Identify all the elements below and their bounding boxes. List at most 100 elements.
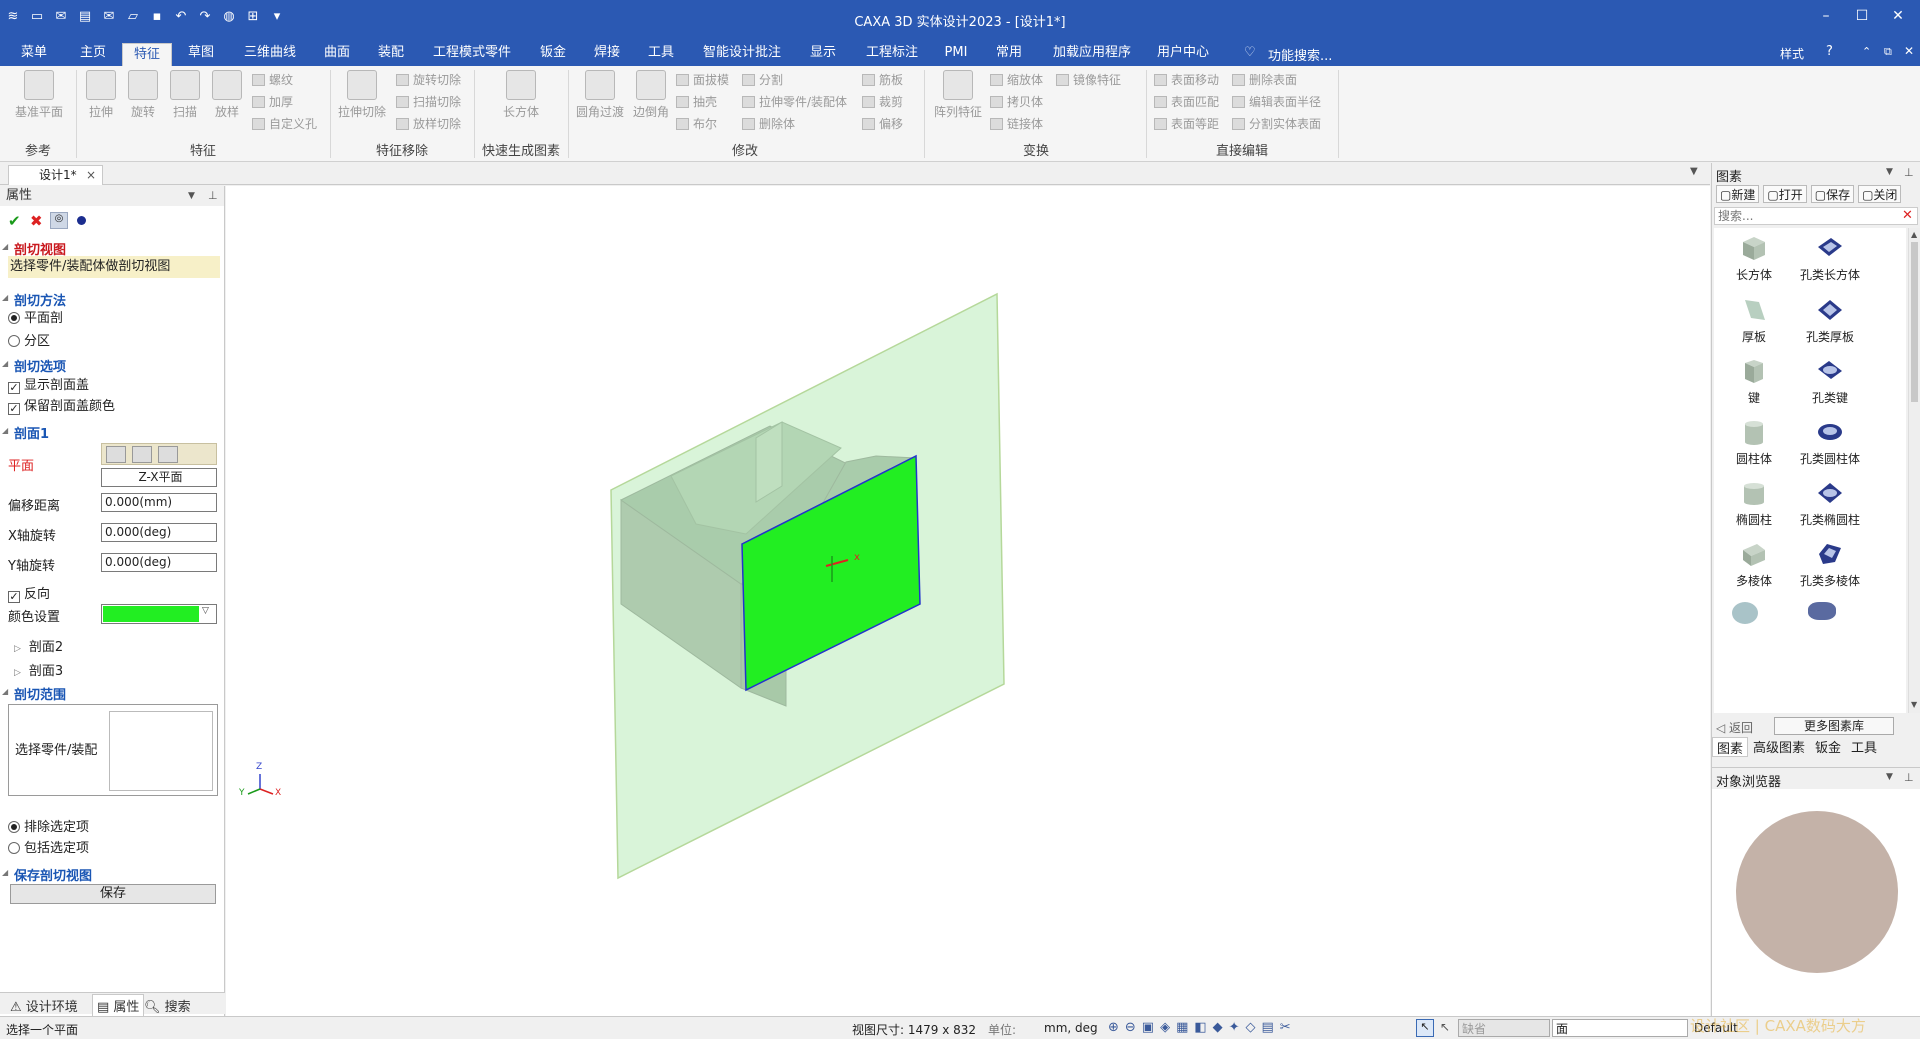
lib-item-key[interactable]: 键 <box>1714 357 1794 406</box>
loft-cut-button[interactable]: 放样切除 <box>396 114 461 134</box>
edit-plane-icon[interactable] <box>132 446 152 463</box>
library-back-button[interactable]: ◁ 返回 <box>1716 719 1753 736</box>
offset-button[interactable]: 偏移 <box>862 114 903 134</box>
include-radio[interactable]: 包括选定项 <box>8 837 89 856</box>
draft-button[interactable]: 面拔模 <box>676 70 729 90</box>
tab-engineering-part[interactable]: 工程模式零件 <box>424 40 520 66</box>
move-face-button[interactable]: 表面移动 <box>1154 70 1219 90</box>
3d-viewport[interactable]: x Z X Y <box>226 186 1710 1016</box>
unit-value[interactable]: mm, deg <box>1044 1021 1098 1035</box>
box-button[interactable]: 长方体 <box>496 66 546 120</box>
copy-body-button[interactable]: 拷贝体 <box>990 92 1043 112</box>
split-button[interactable]: 分割 <box>742 70 783 90</box>
revolve-cut-button[interactable]: 旋转切除 <box>396 70 461 90</box>
match-face-button[interactable]: 表面匹配 <box>1154 92 1219 112</box>
help-icon[interactable]: ? <box>1826 44 1833 59</box>
library-close-button[interactable]: ▢关闭 <box>1858 185 1902 203</box>
reverse-checkbox[interactable]: ✓ 反向 <box>8 583 50 603</box>
shell-button[interactable]: 抽壳 <box>676 92 717 112</box>
face-combo[interactable]: 面 <box>1552 1019 1688 1037</box>
lib-item-hole-box[interactable]: 孔类长方体 <box>1790 234 1870 283</box>
fillet-button[interactable]: 圆角过渡 <box>572 66 628 120</box>
apply-dot-icon[interactable] <box>77 216 86 225</box>
doc-tab-dropdown-icon[interactable]: ▼ <box>1690 166 1698 177</box>
tab-sheet-metal[interactable]: 钣金 <box>528 40 578 66</box>
tab-sketch[interactable]: 草图 <box>176 40 226 66</box>
style-menu[interactable]: 样式 <box>1780 45 1804 62</box>
library-save-button[interactable]: ▢保存 <box>1810 185 1855 203</box>
tab-assembly[interactable]: 装配 <box>366 40 416 66</box>
equidistant-face-button[interactable]: 表面等距 <box>1154 114 1219 134</box>
select-tool-icon[interactable]: ↖ <box>1416 1019 1434 1037</box>
lib-tab-tools[interactable]: 工具 <box>1846 737 1882 757</box>
custom-hole-button[interactable]: 自定义孔 <box>252 114 317 134</box>
extrude-part-button[interactable]: 拉伸零件/装配体 <box>742 92 847 112</box>
tab-menu[interactable]: 菜单 <box>8 40 60 66</box>
boolean-button[interactable]: 布尔 <box>676 114 717 134</box>
browser-menu-icon[interactable]: ▼ <box>1886 772 1893 782</box>
save-button[interactable]: 保存 <box>10 884 216 904</box>
library-pin-icon[interactable]: ⊥ <box>1904 166 1914 179</box>
document-tab[interactable]: 设计1* × <box>8 165 103 185</box>
tab-common[interactable]: 常用 <box>984 40 1034 66</box>
lib-tab-advanced[interactable]: 高级图素 <box>1748 737 1810 757</box>
ref-plane-button[interactable]: 基准平面 <box>8 66 70 120</box>
close-button[interactable]: ✕ <box>1886 8 1910 24</box>
restore-doc-icon[interactable]: ⧉ <box>1884 45 1892 59</box>
browser-pin-icon[interactable]: ⊥ <box>1904 771 1914 784</box>
color-select[interactable]: ▽ <box>101 604 217 624</box>
lib-item-hole-key[interactable]: 孔类键 <box>1790 357 1870 406</box>
library-menu-icon[interactable]: ▼ <box>1886 167 1893 177</box>
chamfer-button[interactable]: 边倒角 <box>628 66 674 120</box>
tab-load-apps[interactable]: 加载应用程序 <box>1040 40 1144 66</box>
mirror-button[interactable]: 镜像特征 <box>1056 70 1121 90</box>
section3-item[interactable]: ▷ 剖面3 <box>14 660 63 679</box>
y-rotation-input[interactable]: 0.000(deg) <box>101 553 217 572</box>
split-solid-button[interactable]: 分割实体表面 <box>1232 114 1321 134</box>
lib-item-prism[interactable]: 多棱体 <box>1714 540 1794 589</box>
lib-item-hole-prism[interactable]: 孔类多棱体 <box>1790 540 1870 589</box>
lib-item-box[interactable]: 长方体 <box>1714 234 1794 283</box>
tab-welding[interactable]: 焊接 <box>582 40 632 66</box>
lib-item-hole-plate[interactable]: 孔类厚板 <box>1790 296 1870 345</box>
zone-radio[interactable]: 分区 <box>8 330 50 349</box>
library-scroll-thumb[interactable] <box>1911 242 1918 402</box>
offset-input[interactable]: 0.000(mm) <box>101 493 217 512</box>
pattern-button[interactable]: 阵列特征 <box>930 66 986 120</box>
tab-tools[interactable]: 工具 <box>636 40 686 66</box>
cursor-icon[interactable]: ↖ <box>1440 1020 1450 1034</box>
keep-cap-color-checkbox[interactable]: ✓ 保留剖面盖颜色 <box>8 395 115 415</box>
lib-tab-sheet-metal[interactable]: 钣金 <box>1810 737 1846 757</box>
lib-item-hole-cylinder[interactable]: 孔类圆柱体 <box>1790 418 1870 467</box>
trim-button[interactable]: 裁剪 <box>862 92 903 112</box>
tab-display[interactable]: 显示 <box>798 40 848 66</box>
filter-combo[interactable]: 缺省 <box>1458 1019 1550 1037</box>
x-rotation-input[interactable]: 0.000(deg) <box>101 523 217 542</box>
maximize-button[interactable]: ☐ <box>1850 8 1874 24</box>
thicken-button[interactable]: 加厚 <box>252 92 293 112</box>
minimize-button[interactable]: – <box>1814 8 1838 24</box>
lib-tab-primitives[interactable]: 图素 <box>1712 737 1749 757</box>
cancel-icon[interactable]: ✖ <box>30 212 43 230</box>
tab-design-env[interactable]: ⚠ 设计环境 <box>10 996 78 1015</box>
sweep-button[interactable]: 扫描 <box>162 66 208 120</box>
sweep-cut-button[interactable]: 扫描切除 <box>396 92 461 112</box>
pin-icon[interactable]: ⊥ <box>208 186 218 206</box>
more-library-button[interactable]: 更多图素库 <box>1774 717 1894 735</box>
section2-item[interactable]: ▷ 剖面2 <box>14 636 63 655</box>
tab-3d-curve[interactable]: 三维曲线 <box>234 40 306 66</box>
tab-pmi[interactable]: PMI <box>934 40 978 66</box>
lib-item-elliptic-cylinder[interactable]: 椭圆柱 <box>1714 479 1794 528</box>
lib-item-hole-elliptic-cylinder[interactable]: 孔类椭圆柱 <box>1790 479 1870 528</box>
scale-button[interactable]: 缩放体 <box>990 70 1043 90</box>
library-scrollbar[interactable]: ▲ ▼ <box>1908 228 1920 713</box>
plane-cut-radio[interactable]: 平面剖 <box>8 307 63 326</box>
color-dropdown-icon[interactable]: ▽ <box>202 606 209 616</box>
clear-search-icon[interactable]: ✕ <box>1902 208 1913 223</box>
loft-button[interactable]: 放样 <box>204 66 250 120</box>
preview-icon[interactable]: ◎ <box>50 212 68 229</box>
extrude-cut-button[interactable]: 拉伸切除 <box>334 66 390 120</box>
tab-search[interactable]: 🔍︎ 搜索 <box>144 996 191 1015</box>
library-open-button[interactable]: ▢打开 <box>1763 185 1807 203</box>
revolve-button[interactable]: 旋转 <box>120 66 166 120</box>
